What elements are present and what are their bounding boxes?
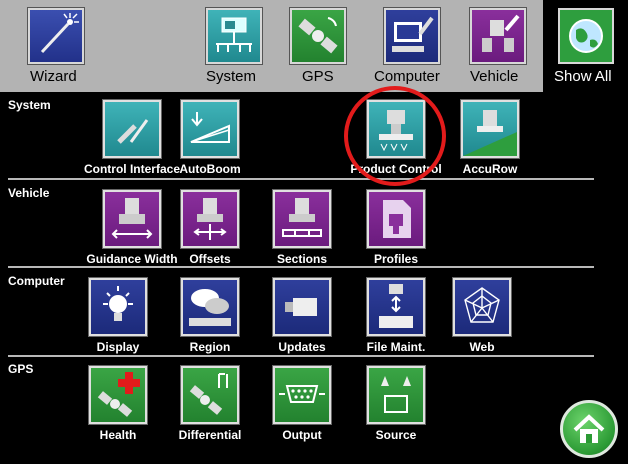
tile-accurow[interactable]: AccuRow [440,100,540,180]
category-vehicle-label: Vehicle [470,68,519,85]
tile-updates[interactable]: Updates [252,278,352,358]
tile-display[interactable]: Display [68,278,168,358]
tile-offsets[interactable]: Offsets [160,190,260,270]
category-gps[interactable]: GPS [282,0,356,92]
category-gps-label: GPS [302,68,334,85]
section-title-gps: GPS [8,362,34,376]
category-system[interactable]: System [196,0,276,92]
tile-web[interactable]: Web [432,278,532,358]
tile-label: Source [375,428,417,442]
category-vehicle[interactable]: Vehicle [462,0,542,92]
vehicle-wrench-icon [470,8,526,64]
guidance-width-icon [103,190,161,248]
tile-label: AccuRow [462,162,518,176]
satellite-health-icon [89,366,147,424]
category-bar: Wizard System GPS Computer Vehicle [0,0,543,92]
tile-file-maint[interactable]: File Maint. [346,278,446,358]
sections-icon [273,190,331,248]
accurow-icon [461,100,519,158]
globe-icon [558,8,614,64]
tile-label: Product Control [350,162,442,176]
tile-label: Differential [178,428,242,442]
tile-sections[interactable]: Sections [252,190,352,270]
tile-label: Output [282,428,322,442]
computer-icon [384,8,440,64]
tile-label: File Maint. [366,340,426,354]
console-icon [206,8,262,64]
section-divider [8,266,594,268]
section-divider [8,178,594,180]
category-wizard-label: Wizard [30,68,77,85]
category-system-label: System [206,68,257,85]
region-icon [181,278,239,336]
tile-label: Offsets [189,252,231,266]
section-divider [8,355,594,357]
show-all-button[interactable]: Show All [548,0,628,92]
web-icon [453,278,511,336]
wand-icon [28,8,84,64]
satellite-icon [290,8,346,64]
tile-autoboom[interactable]: AutoBoom [160,100,260,180]
boom-icon [181,100,239,158]
tile-source[interactable]: Source [346,366,446,446]
tile-label: Health [99,428,137,442]
home-button[interactable] [560,400,618,458]
tile-output[interactable]: Output [252,366,352,446]
section-title-computer: Computer [8,274,65,288]
tile-differential[interactable]: Differential [160,366,260,446]
tile-label: Sections [276,252,327,266]
tile-health[interactable]: Health [68,366,168,446]
product-control-icon [367,100,425,158]
section-title-vehicle: Vehicle [8,186,50,200]
tile-label: Display [96,340,140,354]
tile-label: Region [189,340,231,354]
tile-label: AutoBoom [179,162,241,176]
profiles-icon [367,190,425,248]
wrench-screwdriver-icon [103,100,161,158]
category-computer[interactable]: Computer [368,0,458,92]
tile-region[interactable]: Region [160,278,260,358]
category-wizard[interactable]: Wizard [14,0,124,92]
offsets-icon [181,190,239,248]
settings-screen: Wizard System GPS Computer Vehicle Show … [0,0,628,464]
tile-label: Web [469,340,495,354]
serial-port-icon [273,366,331,424]
usb-icon [273,278,331,336]
file-transfer-icon [367,278,425,336]
tile-label: Profiles [373,252,418,266]
category-computer-label: Computer [374,68,440,85]
tile-label: Updates [278,340,326,354]
show-all-label: Show All [554,68,612,85]
section-title-system: System [8,98,51,112]
home-icon [573,414,605,443]
tile-product-control[interactable]: Product Control [346,100,446,180]
lightbulb-icon [89,278,147,336]
differential-icon [181,366,239,424]
source-icon [367,366,425,424]
tile-profiles[interactable]: Profiles [346,190,446,270]
